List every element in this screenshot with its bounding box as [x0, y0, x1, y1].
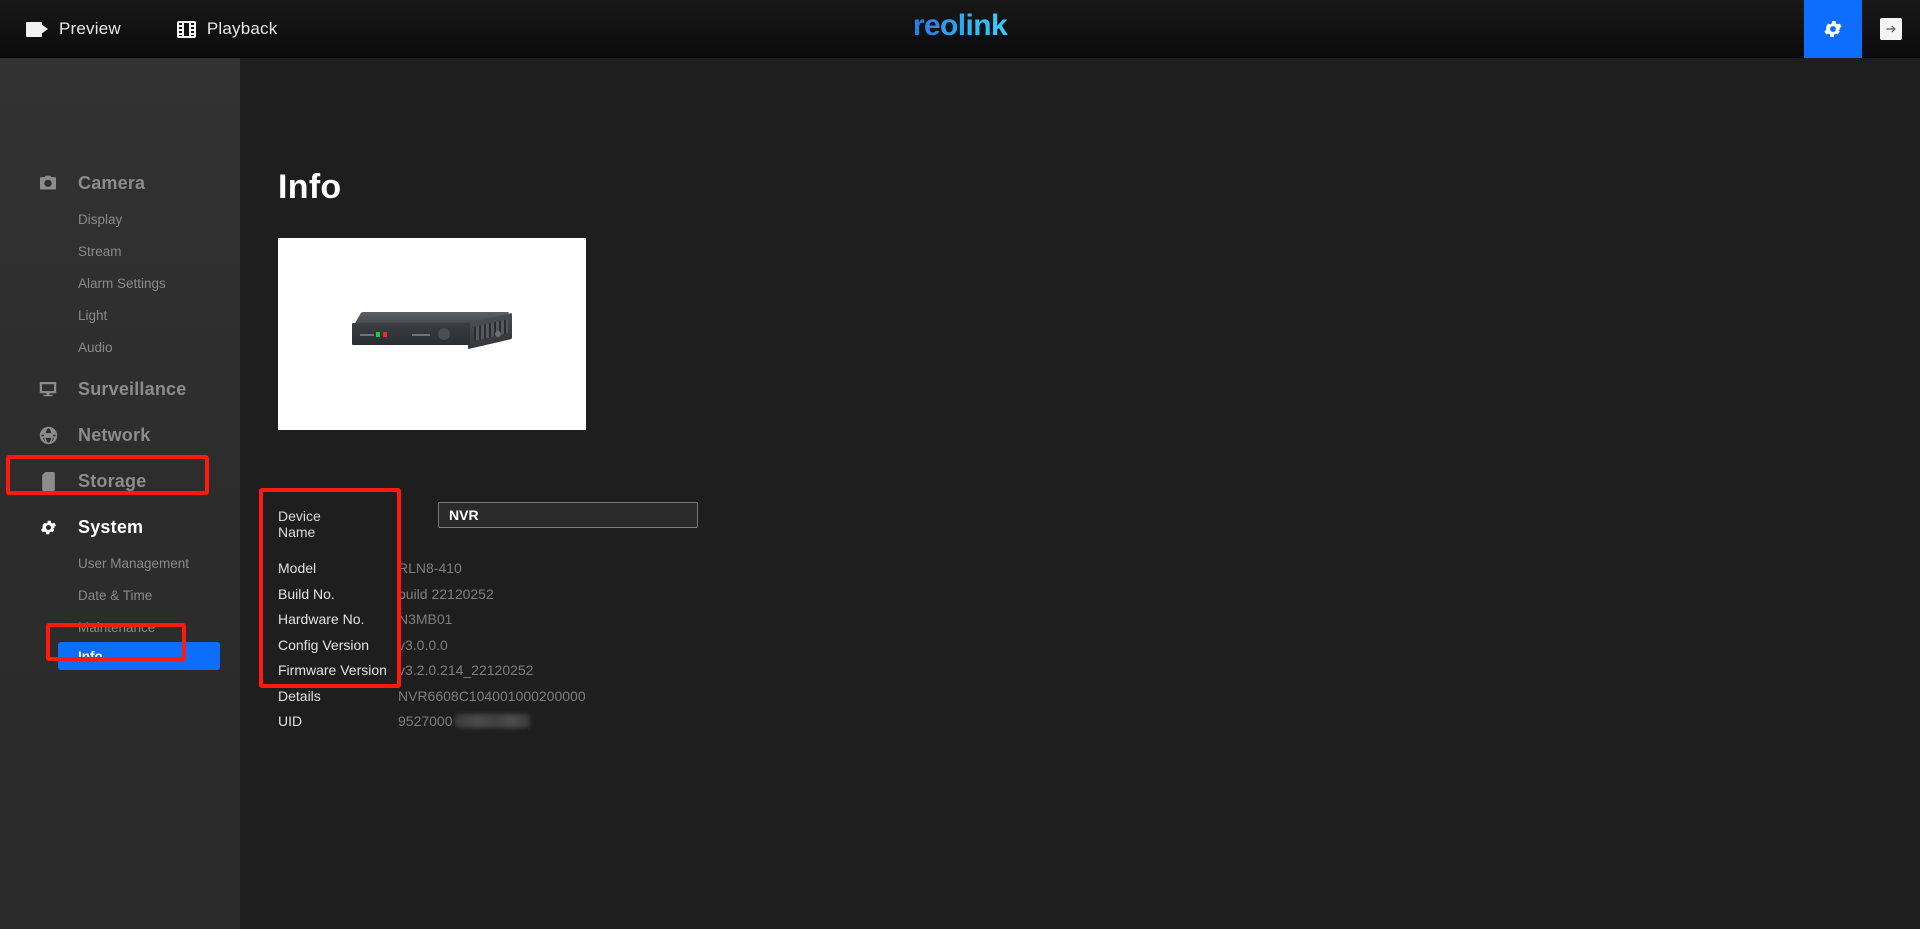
info-value: build 22120252 [398, 585, 494, 602]
info-value: NVR6608C104001000200000 [398, 687, 586, 704]
nvr-device-illustration [352, 312, 512, 356]
tab-playback[interactable]: Playback [176, 0, 278, 58]
sidebar-item-info-wrap: Info [0, 642, 240, 675]
info-value: RLN8-410 [398, 560, 462, 576]
sidebar-item-storage-label: Storage [78, 470, 147, 491]
logout-button[interactable] [1862, 0, 1920, 58]
sidebar-item-display[interactable]: Display [0, 203, 240, 235]
sidebar-item-storage[interactable]: Storage [0, 461, 240, 501]
sidebar-item-alarm-settings-label: Alarm Settings [78, 275, 166, 291]
settings-button[interactable] [1804, 0, 1862, 58]
sidebar-item-info-label: Info [78, 648, 103, 664]
info-key: Details [278, 687, 321, 704]
sidebar-item-maintenance-label: Maintenance [78, 619, 156, 635]
video-camera-icon [26, 21, 48, 37]
sidebar-item-camera[interactable]: Camera [0, 163, 240, 203]
sidebar-item-system[interactable]: System [0, 507, 240, 547]
gear-icon [1824, 21, 1842, 37]
tab-preview[interactable]: Preview [26, 0, 121, 58]
device-name-input[interactable] [438, 502, 698, 528]
sidebar-item-network-label: Network [78, 424, 151, 445]
sidebar-item-stream[interactable]: Stream [0, 235, 240, 267]
uid-visible-part: 9527000 [398, 713, 453, 729]
tab-preview-label: Preview [59, 19, 121, 38]
sidebar-item-network[interactable]: Network [0, 415, 240, 455]
sidebar: Camera Display Stream Alarm Settings Lig… [0, 58, 240, 929]
app-root: Preview Playback reolink Camera Display … [0, 0, 1920, 929]
sidebar-item-audio[interactable]: Audio [0, 331, 240, 363]
info-key: Hardware No. [278, 611, 365, 627]
sidebar-item-date-time-label: Date & Time [78, 587, 153, 603]
sd-card-icon [38, 471, 58, 491]
sidebar-menu: Camera Display Stream Alarm Settings Lig… [0, 163, 240, 675]
page-title: Info [278, 168, 342, 206]
info-key: Firmware Version [278, 662, 387, 678]
info-key: Build No. [278, 585, 335, 602]
globe-icon [38, 425, 58, 445]
sidebar-item-maintenance[interactable]: Maintenance [0, 611, 240, 643]
sidebar-item-camera-label: Camera [78, 172, 146, 193]
uid-redaction-blur [453, 714, 530, 728]
nav-tabs: Preview Playback [26, 0, 277, 58]
sidebar-item-light-label: Light [78, 307, 108, 323]
sidebar-item-system-label: System [78, 516, 144, 537]
top-bar: Preview Playback reolink [0, 0, 1920, 58]
sidebar-item-display-label: Display [78, 211, 123, 227]
device-image [278, 238, 586, 430]
logout-arrow-icon [1880, 18, 1902, 40]
film-strip-icon [176, 20, 196, 38]
sidebar-item-light[interactable]: Light [0, 299, 240, 331]
sidebar-item-audio-label: Audio [78, 339, 113, 355]
main-content: Info Device Name Model RLN8-410 [240, 58, 1920, 929]
sidebar-item-user-management-label: User Management [78, 555, 190, 571]
sidebar-item-surveillance-label: Surveillance [78, 378, 187, 399]
info-key: Model [278, 560, 317, 576]
info-value: v3.2.0.214_22120252 [398, 662, 534, 678]
topbar-actions [1804, 0, 1920, 58]
info-key: UID [278, 713, 303, 729]
camera-icon [38, 173, 58, 193]
sidebar-item-info[interactable]: Info [58, 642, 220, 670]
sidebar-item-date-time[interactable]: Date & Time [0, 579, 240, 611]
sidebar-item-surveillance[interactable]: Surveillance [0, 369, 240, 409]
sidebar-item-stream-label: Stream [78, 243, 122, 259]
sidebar-item-alarm-settings[interactable]: Alarm Settings [0, 267, 240, 299]
info-key: Config Version [278, 636, 370, 653]
tab-playback-label: Playback [206, 19, 278, 38]
info-value-uid: 9527000 [398, 713, 530, 729]
info-value: N3MB01 [398, 611, 453, 627]
info-value: v3.0.0.0 [398, 636, 448, 653]
gear-icon [38, 517, 58, 537]
monitor-icon [38, 379, 58, 399]
sidebar-item-user-management[interactable]: User Management [0, 547, 240, 579]
device-name-label: Device Name [278, 508, 321, 540]
reolink-logo: reolink [912, 9, 1008, 42]
